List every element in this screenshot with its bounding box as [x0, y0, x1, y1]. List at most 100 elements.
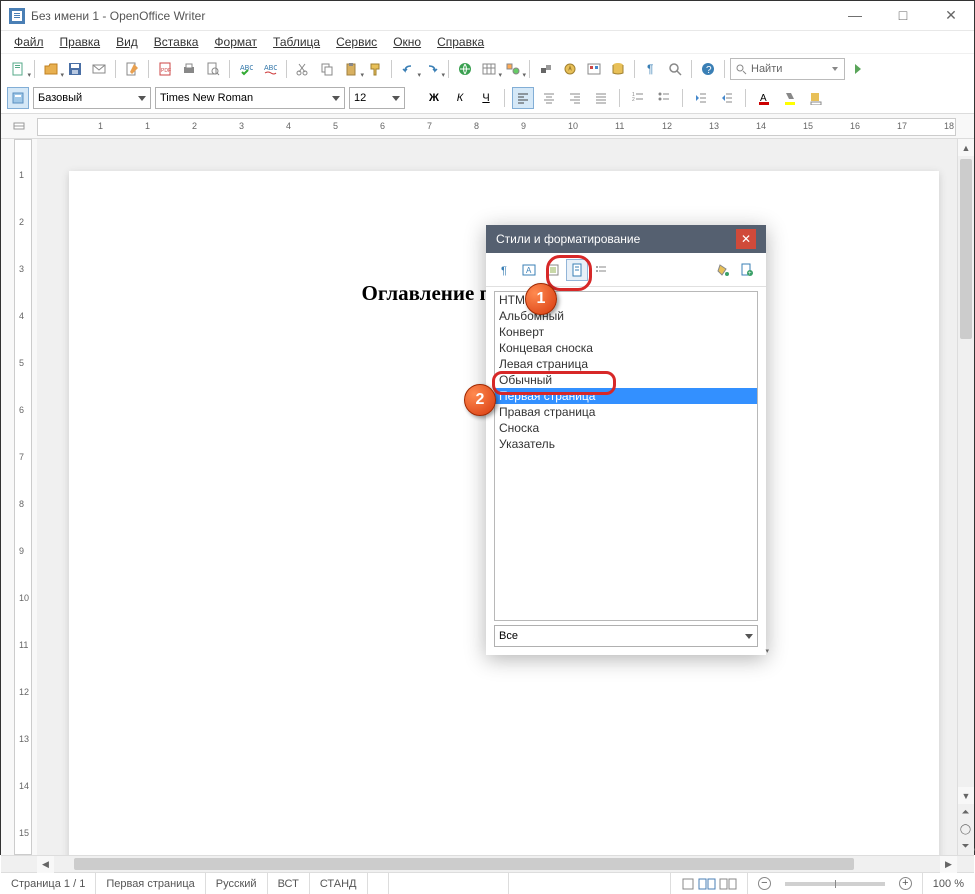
edit-button[interactable]: [121, 58, 143, 80]
status-language[interactable]: Русский: [206, 873, 268, 894]
align-center-button[interactable]: [538, 87, 560, 109]
styles-list[interactable]: HTMLАльбомныйКонвертКонцевая сноскаЛевая…: [494, 291, 758, 621]
bullet-list-button[interactable]: [653, 87, 675, 109]
paragraph-style-select[interactable]: Базовый: [33, 87, 151, 109]
print-button[interactable]: [178, 58, 200, 80]
frame-styles-button[interactable]: [542, 259, 564, 281]
horizontal-scrollbar[interactable]: ◀ ▶: [1, 855, 974, 872]
bold-button[interactable]: Ж: [423, 87, 445, 109]
pdf-button[interactable]: PDF: [154, 58, 176, 80]
zoom-in-button[interactable]: +: [899, 877, 912, 890]
paste-button[interactable]: [340, 58, 362, 80]
scroll-up-button[interactable]: ▲: [958, 139, 974, 156]
char-styles-button[interactable]: A: [518, 259, 540, 281]
style-item[interactable]: Указатель: [495, 436, 757, 452]
prev-page-button[interactable]: ⏶: [957, 804, 974, 821]
style-item[interactable]: Первая страница: [495, 388, 757, 404]
zoom-controls[interactable]: − +: [748, 873, 923, 894]
align-left-button[interactable]: [512, 87, 534, 109]
find-next-button[interactable]: [847, 58, 869, 80]
datasource-button[interactable]: [607, 58, 629, 80]
fill-format-button[interactable]: [712, 259, 734, 281]
font-size-select[interactable]: 12: [349, 87, 405, 109]
menu-insert[interactable]: Вставка: [147, 33, 206, 51]
menu-view[interactable]: Вид: [109, 33, 145, 51]
bg-color-button[interactable]: [805, 87, 827, 109]
save-button[interactable]: [64, 58, 86, 80]
scroll-right-button[interactable]: ▶: [940, 856, 957, 873]
scroll-left-button[interactable]: ◀: [37, 856, 54, 873]
gallery-button[interactable]: [583, 58, 605, 80]
view-layout[interactable]: [670, 873, 748, 894]
find-replace-button[interactable]: [535, 58, 557, 80]
list-styles-button[interactable]: [590, 259, 612, 281]
para-styles-button[interactable]: ¶: [494, 259, 516, 281]
scroll-thumb[interactable]: [960, 159, 972, 339]
increase-indent-button[interactable]: [716, 87, 738, 109]
scroll-down-button[interactable]: ▼: [958, 787, 974, 804]
dialog-close-button[interactable]: ✕: [736, 229, 756, 249]
help-button[interactable]: ?: [697, 58, 719, 80]
minimize-button[interactable]: —: [840, 7, 870, 24]
align-right-button[interactable]: [564, 87, 586, 109]
open-button[interactable]: [40, 58, 62, 80]
menu-format[interactable]: Формат: [207, 33, 264, 51]
next-page-button[interactable]: ⏷: [957, 838, 974, 855]
format-paint-button[interactable]: [364, 58, 386, 80]
nav-circle-button[interactable]: ◯: [957, 821, 974, 838]
email-button[interactable]: [88, 58, 110, 80]
font-select[interactable]: Times New Roman: [155, 87, 345, 109]
italic-button[interactable]: К: [449, 87, 471, 109]
menu-table[interactable]: Таблица: [266, 33, 327, 51]
redo-button[interactable]: [421, 58, 443, 80]
dialog-titlebar[interactable]: Стили и форматирование ✕: [486, 225, 766, 253]
font-color-button[interactable]: A: [753, 87, 775, 109]
zoom-percent[interactable]: 100 %: [923, 873, 974, 894]
status-modified[interactable]: [368, 873, 389, 894]
zoom-slider[interactable]: [785, 882, 885, 886]
style-item[interactable]: Сноска: [495, 420, 757, 436]
menu-window[interactable]: Окно: [386, 33, 428, 51]
styles-sidebar-button[interactable]: [7, 87, 29, 109]
status-insert[interactable]: ВСТ: [268, 873, 310, 894]
style-item[interactable]: Обычный: [495, 372, 757, 388]
new-style-button[interactable]: +: [736, 259, 758, 281]
menu-help[interactable]: Справка: [430, 33, 491, 51]
number-list-button[interactable]: 12: [627, 87, 649, 109]
zoom-button[interactable]: [664, 58, 686, 80]
vertical-scrollbar[interactable]: ▲ ▼ ⏶ ◯ ⏷: [957, 139, 974, 855]
decrease-indent-button[interactable]: [690, 87, 712, 109]
style-item[interactable]: Конверт: [495, 324, 757, 340]
preview-button[interactable]: [202, 58, 224, 80]
horizontal-ruler[interactable]: 1123456789101112131415161718: [37, 118, 956, 136]
table-button[interactable]: [478, 58, 500, 80]
filter-select[interactable]: Все: [494, 625, 758, 647]
nonprint-button[interactable]: ¶: [640, 58, 662, 80]
cut-button[interactable]: [292, 58, 314, 80]
style-item[interactable]: Концевая сноска: [495, 340, 757, 356]
maximize-button[interactable]: □: [888, 7, 918, 24]
highlight-button[interactable]: [779, 87, 801, 109]
spellcheck-button[interactable]: ABC: [235, 58, 257, 80]
zoom-out-button[interactable]: −: [758, 877, 771, 890]
autocheck-button[interactable]: ABC: [259, 58, 281, 80]
copy-button[interactable]: [316, 58, 338, 80]
status-sig[interactable]: [389, 873, 509, 894]
status-page[interactable]: Страница 1 / 1: [1, 873, 96, 894]
new-doc-button[interactable]: [7, 58, 29, 80]
style-item[interactable]: Левая страница: [495, 356, 757, 372]
style-item[interactable]: Правая страница: [495, 404, 757, 420]
menu-tools[interactable]: Сервис: [329, 33, 384, 51]
draw-button[interactable]: [502, 58, 524, 80]
status-pagestyle[interactable]: Первая страница: [96, 873, 205, 894]
find-box[interactable]: Найти: [730, 58, 845, 80]
h-scroll-thumb[interactable]: [74, 858, 854, 870]
hyperlink-button[interactable]: [454, 58, 476, 80]
close-button[interactable]: ✕: [936, 7, 966, 24]
undo-button[interactable]: [397, 58, 419, 80]
page-styles-button[interactable]: [566, 259, 588, 281]
menu-file[interactable]: Файл: [7, 33, 51, 51]
underline-button[interactable]: Ч: [475, 87, 497, 109]
menu-edit[interactable]: Правка: [53, 33, 108, 51]
status-selmode[interactable]: СТАНД: [310, 873, 368, 894]
